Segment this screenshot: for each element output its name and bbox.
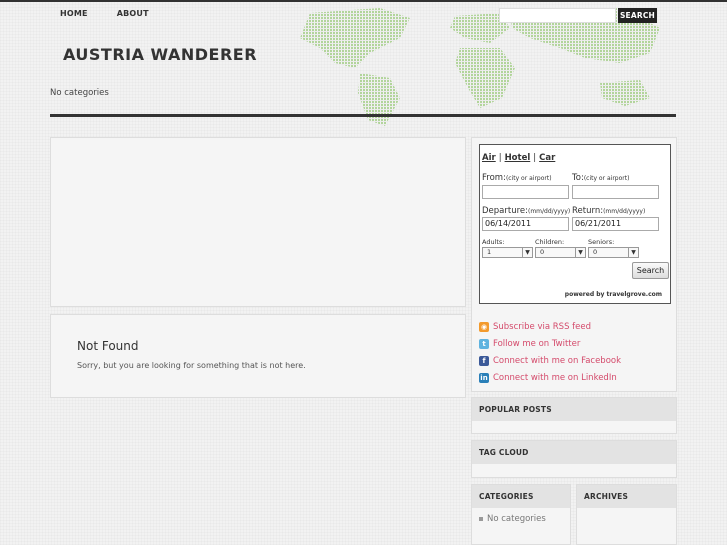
- twitter-icon: t: [479, 338, 489, 349]
- world-map-background: [300, 8, 660, 126]
- return-date-input[interactable]: 06/21/2011: [572, 217, 659, 231]
- rss-link[interactable]: ◉ Subscribe via RSS feed: [479, 318, 621, 335]
- tab-air[interactable]: Air: [482, 153, 496, 163]
- return-label: Return:(mm/dd/yyyy): [572, 206, 646, 216]
- travel-tabs: Air | Hotel | Car: [482, 153, 556, 163]
- empty-content-box: [50, 137, 466, 307]
- travel-search-form: Air | Hotel | Car From:(city or airport) To:…: [479, 144, 671, 304]
- linkedin-icon: in: [479, 372, 489, 383]
- facebook-icon: f: [479, 355, 489, 366]
- bullet-icon: [479, 516, 483, 521]
- archives-widget: ARCHIVES: [576, 484, 677, 545]
- site-title[interactable]: AUSTRIA WANDERER: [63, 45, 257, 64]
- rss-icon: ◉: [479, 321, 489, 332]
- header-categories: No categories: [50, 88, 109, 98]
- seniors-label: Seniors:: [588, 238, 615, 246]
- nav-about[interactable]: ABOUT: [117, 9, 149, 18]
- to-label: To:(city or airport): [572, 173, 630, 183]
- post-title: Not Found: [77, 339, 139, 353]
- popular-posts-widget: POPULAR POSTS: [471, 397, 677, 434]
- categories-widget: CATEGORIES No categories: [471, 484, 571, 545]
- travel-search-button[interactable]: Search: [632, 262, 669, 279]
- linkedin-link[interactable]: in Connect with me on LinkedIn: [479, 369, 621, 386]
- from-input[interactable]: [482, 185, 569, 199]
- categories-heading: CATEGORIES: [472, 485, 570, 508]
- main-nav: HOME ABOUT: [50, 9, 168, 18]
- archives-heading: ARCHIVES: [577, 485, 676, 508]
- chevron-down-icon: ▼: [522, 248, 532, 257]
- search-input[interactable]: [499, 8, 616, 23]
- social-links: ◉ Subscribe via RSS feed t Follow me on Tw…: [479, 318, 621, 386]
- header-divider: [50, 114, 676, 117]
- post-not-found: Not Found Sorry, but you are looking for…: [50, 314, 466, 398]
- to-input[interactable]: [572, 185, 659, 199]
- tab-hotel[interactable]: Hotel: [505, 153, 531, 163]
- chevron-down-icon: ▼: [575, 248, 585, 257]
- seniors-select[interactable]: 0 ▼: [588, 247, 639, 258]
- nav-home[interactable]: HOME: [60, 9, 88, 18]
- children-select[interactable]: 0 ▼: [535, 247, 586, 258]
- powered-by-link[interactable]: powered by travelgrove.com: [565, 291, 662, 298]
- chevron-down-icon: ▼: [628, 248, 638, 257]
- tab-car[interactable]: Car: [539, 153, 555, 163]
- tag-cloud-heading: TAG CLOUD: [472, 441, 676, 464]
- top-bar: HOME ABOUT SEARCH: [0, 0, 727, 24]
- tag-cloud-widget: TAG CLOUD: [471, 440, 677, 478]
- sidebar-travel-widget: Air | Hotel | Car From:(city or airport) To:…: [471, 137, 677, 392]
- facebook-link[interactable]: f Connect with me on Facebook: [479, 352, 621, 369]
- post-text: Sorry, but you are looking for something…: [77, 361, 306, 370]
- adults-select[interactable]: 1 ▼: [482, 247, 533, 258]
- children-label: Children:: [535, 238, 565, 246]
- popular-posts-heading: POPULAR POSTS: [472, 398, 676, 421]
- list-item: No categories: [472, 508, 570, 524]
- twitter-link[interactable]: t Follow me on Twitter: [479, 335, 621, 352]
- departure-date-input[interactable]: 06/14/2011: [482, 217, 569, 231]
- from-label: From:(city or airport): [482, 173, 552, 183]
- search-button[interactable]: SEARCH: [618, 8, 657, 23]
- adults-label: Adults:: [482, 238, 505, 246]
- departure-label: Departure:(mm/dd/yyyy): [482, 206, 571, 216]
